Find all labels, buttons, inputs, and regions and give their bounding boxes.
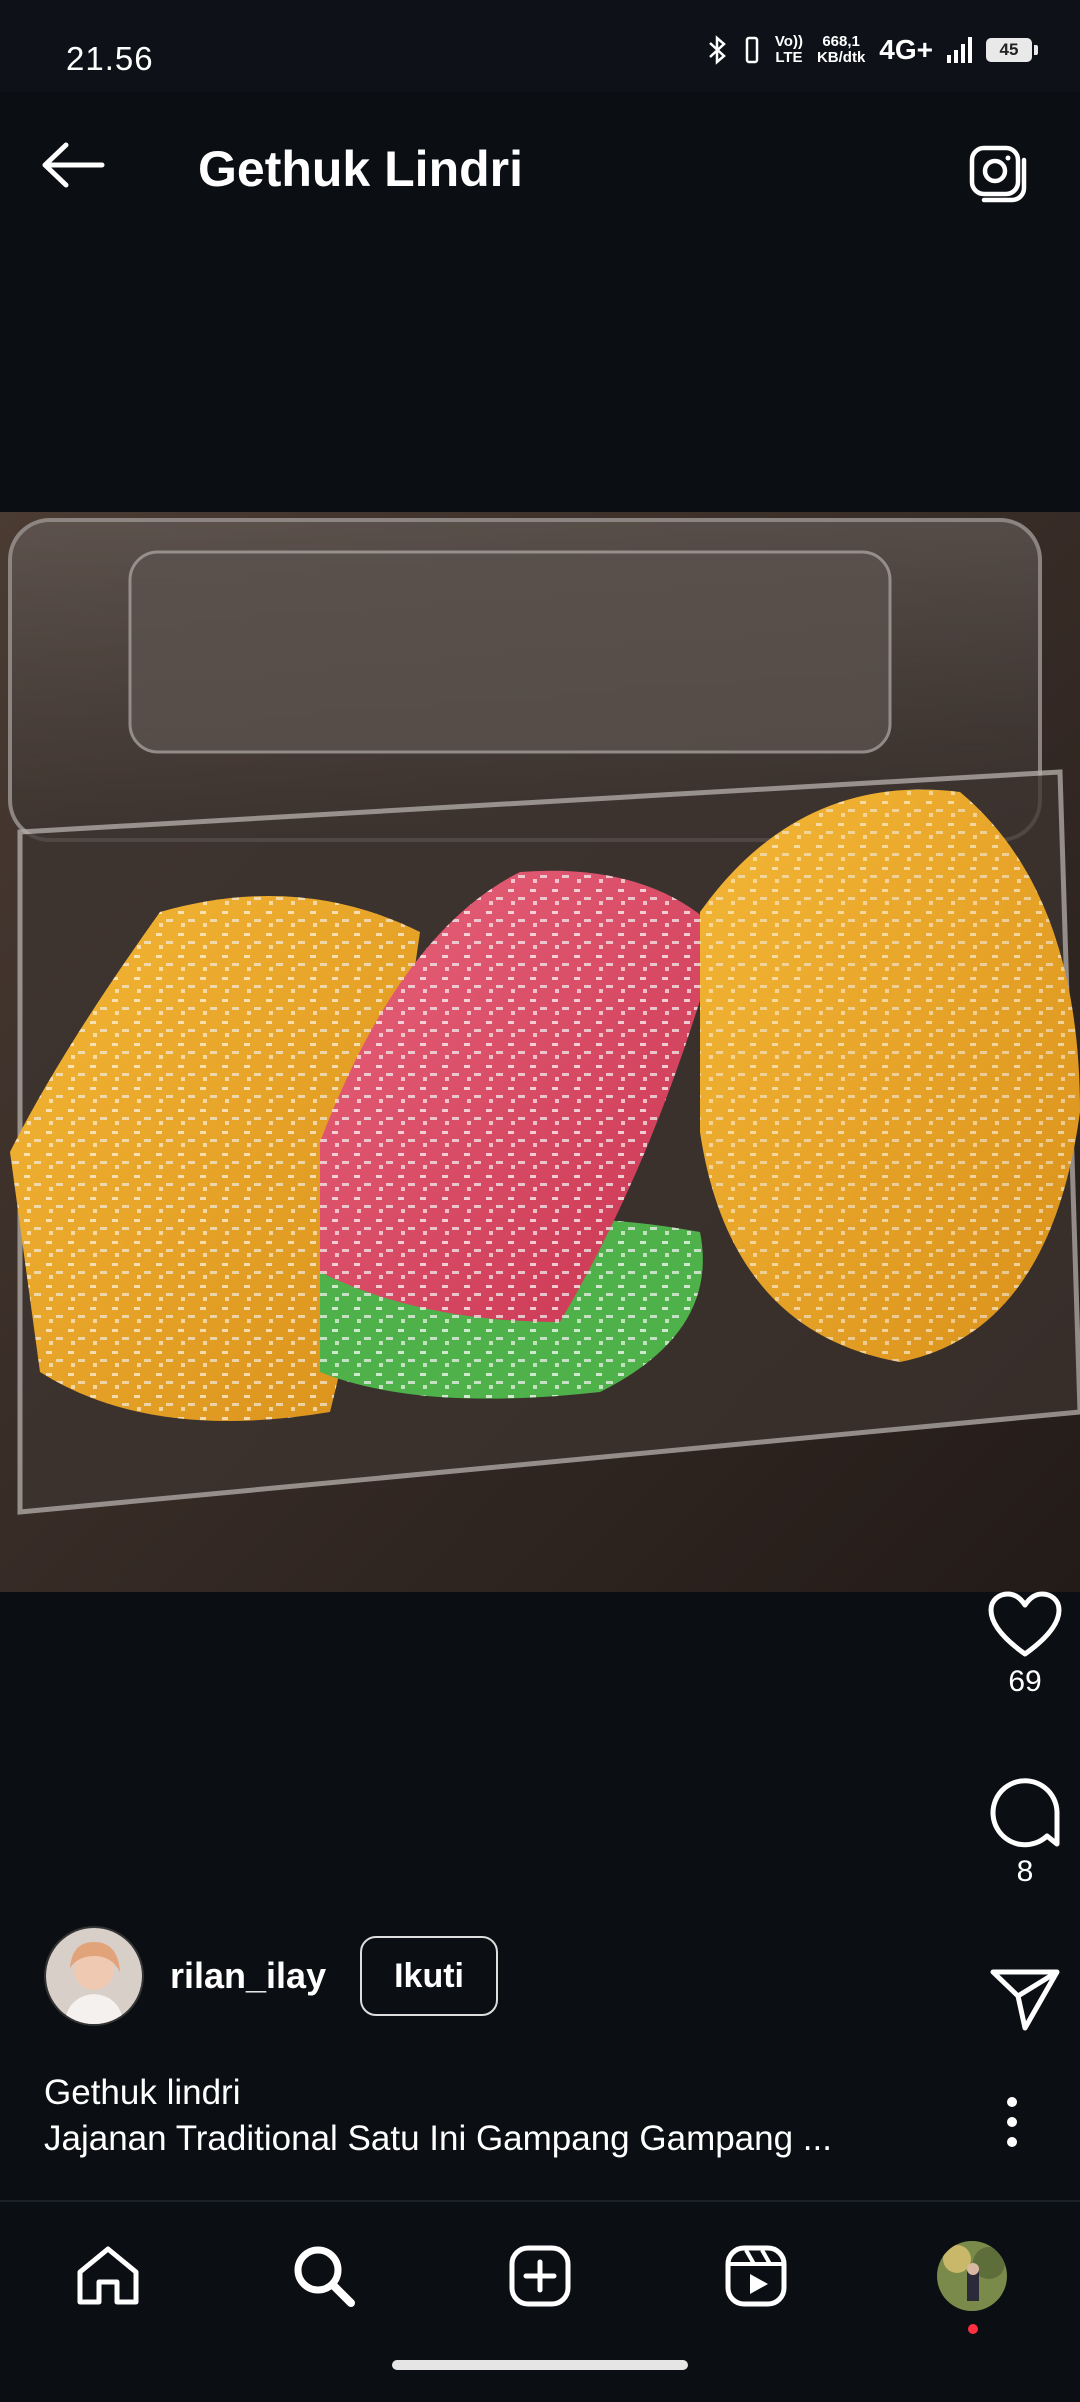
nav-home[interactable]: [68, 2236, 148, 2316]
bottom-nav: [0, 2200, 1080, 2402]
more-options-icon[interactable]: [1002, 2092, 1022, 2152]
nav-create[interactable]: [500, 2236, 580, 2316]
speed-unit: KB/dtk: [816, 49, 866, 66]
avatar[interactable]: [44, 1926, 144, 2026]
username[interactable]: rilan_ilay: [170, 1955, 326, 1997]
nav-profile[interactable]: [932, 2236, 1012, 2334]
comments-count: 8: [1016, 1855, 1034, 1888]
notification-dot: [968, 2324, 978, 2334]
send-icon[interactable]: [987, 1964, 1063, 2034]
caption-line-1: Gethuk lindri: [44, 2073, 241, 2112]
caption-line-2: Jajanan Traditional Satu Ini Gampang Gam…: [44, 2119, 832, 2158]
search-icon[interactable]: [291, 2243, 357, 2309]
volte-indicator: Vo)) LTE: [775, 34, 803, 66]
home-indicator[interactable]: [392, 2360, 688, 2370]
heart-icon[interactable]: [987, 1590, 1063, 1660]
comment-action[interactable]: 8: [970, 1774, 1080, 1889]
nav-reels[interactable]: [716, 2236, 796, 2316]
post-image[interactable]: [0, 512, 1080, 1592]
like-action[interactable]: 69: [970, 1590, 1080, 1699]
battery-icon: 45: [986, 38, 1038, 62]
speed-value: 668,1: [822, 33, 860, 50]
network-type: 4G+: [879, 34, 933, 65]
author-row: rilan_ilay Ikuti: [44, 1926, 498, 2026]
status-time: 21.56: [66, 40, 154, 77]
status-bar: 21.56 Vo)) LTE 668,1 KB/dtk 4G+ 45: [0, 0, 1080, 92]
likes-count: 69: [1008, 1665, 1042, 1698]
camera-icon[interactable]: [966, 140, 1030, 204]
share-action[interactable]: [970, 1964, 1080, 2039]
comment-icon[interactable]: [987, 1774, 1063, 1850]
signal-icon: [947, 37, 972, 63]
reels-icon[interactable]: [724, 2244, 788, 2308]
profile-avatar[interactable]: [937, 2241, 1007, 2311]
volte-top: Vo)): [774, 33, 803, 50]
follow-button[interactable]: Ikuti: [360, 1936, 498, 2016]
caption[interactable]: Gethuk lindri Jajanan Traditional Satu I…: [44, 2070, 924, 2162]
create-icon[interactable]: [508, 2244, 572, 2308]
nav-search[interactable]: [284, 2236, 364, 2316]
network-speed: 668,1 KB/dtk: [817, 34, 865, 66]
home-icon[interactable]: [75, 2244, 141, 2308]
gethuk-lindri-photo: [0, 512, 1080, 1592]
header: Gethuk Lindri: [0, 92, 1080, 252]
volte-bottom: LTE: [775, 49, 803, 66]
arrow-left-icon[interactable]: [38, 140, 108, 190]
bluetooth-icon: [709, 35, 726, 65]
vibrate-icon: [745, 36, 759, 64]
status-icons: Vo)) LTE 668,1 KB/dtk 4G+ 45: [707, 34, 1038, 66]
page-title: Gethuk Lindri: [198, 141, 523, 197]
